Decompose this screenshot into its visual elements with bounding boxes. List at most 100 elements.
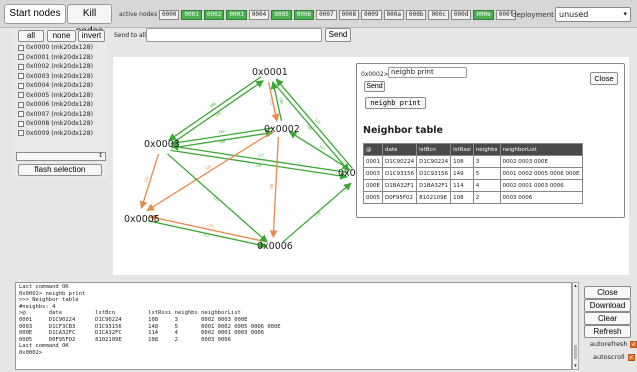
node-checkbox[interactable] [18, 73, 24, 80]
active-node-chip[interactable]: 0000 [159, 10, 180, 20]
firmware-select[interactable]: ↕ [16, 152, 106, 161]
node-send-button[interactable]: Send [364, 81, 385, 92]
node-checkbox[interactable] [18, 44, 24, 51]
node-command-dialog: 0x0002> neighb print Send Close neighb p… [356, 63, 625, 218]
table-cell: 2 [472, 191, 501, 204]
node-list-item[interactable]: 0x0006 (mk20dx128) [18, 100, 93, 110]
dialog-close-button[interactable]: Close [590, 72, 618, 85]
table-cell: 0003 0006 [499, 191, 583, 204]
console-scrollbar[interactable]: ▴ ▾ [572, 282, 579, 370]
active-node-chip[interactable]: 000b [405, 10, 427, 20]
console-line: #neighbs: 4 [19, 303, 56, 310]
node-list-item[interactable]: 0x0005 (mk20dx128) [18, 91, 93, 101]
active-node-chip[interactable]: 000e [473, 10, 494, 20]
node-label: 0x0004 (mk20dx128) [26, 82, 94, 90]
column-header: lstRssi [450, 143, 474, 156]
active-node-chip[interactable]: 000c [428, 10, 449, 20]
console-line: 0005 D0F95F02 8102109E 108 2 0003 0006 [19, 336, 231, 343]
node-label: 0x0001 (mk20dx128) [26, 53, 94, 61]
graph-node-n2[interactable]: 0x0002 [264, 124, 300, 135]
graph-node-n3[interactable]: 0x0003 [144, 139, 180, 150]
node-checkbox[interactable] [18, 130, 24, 137]
node-list-item[interactable]: 0x0000 (mk20dx128) [18, 43, 93, 53]
node-prompt: 0x0002> [361, 71, 389, 78]
active-node-chip[interactable]: 0004 [248, 10, 270, 20]
autoscroll-checkbox[interactable]: ✓ [627, 353, 635, 361]
node-label: 0x0002 (mk20dx128) [26, 63, 94, 71]
flash-selection-button[interactable]: flash selection [18, 164, 102, 176]
active-node-chip[interactable]: 0009 [361, 10, 382, 20]
chevron-updown-icon: ↕ [97, 152, 103, 159]
deployment-value: unused [559, 10, 589, 19]
invert-selection-button[interactable]: invert [78, 30, 105, 42]
edge-rssi-label: 108 [270, 183, 274, 190]
active-node-chip[interactable]: 000d [450, 10, 472, 20]
node-list-item[interactable]: 0x0008 (mk20dx128) [18, 119, 93, 129]
active-node-chip[interactable]: 0007 [316, 10, 337, 20]
table-cell: 0003 [363, 167, 383, 180]
node-checkbox[interactable] [18, 101, 24, 108]
scrollbar-thumb[interactable] [574, 345, 577, 359]
console-line: Last command OK [19, 343, 69, 350]
edge-rssi-label: 123 [206, 223, 213, 228]
console-line: 0x0002> [19, 349, 43, 356]
autorefresh-label: autorefresh [590, 340, 628, 348]
active-node-chip[interactable]: 0002 [203, 10, 225, 20]
edge-rssi-label: 117 [212, 196, 219, 203]
neighb-print-button[interactable]: neighb print [365, 97, 426, 109]
refresh-button[interactable]: Refresh [584, 325, 631, 338]
node-checkbox[interactable] [18, 63, 24, 70]
active-node-chip[interactable]: 0008 [338, 10, 360, 20]
node-label: 0x0003 (mk20dx128) [26, 72, 94, 80]
node-checkbox[interactable] [18, 92, 24, 99]
console-output[interactable]: Last command OK 0x0002> neighb print >>> N… [15, 282, 572, 370]
scroll-up-icon[interactable]: ▴ [573, 283, 578, 289]
node-checkbox[interactable] [18, 82, 24, 89]
active-nodes-list: 0000 0001 0002 0003 0004 0005 0006 0007 0008 0009… [159, 10, 517, 20]
table-cell: 114 [450, 179, 474, 192]
graph-node-n1[interactable]: 0x0001 [252, 67, 288, 78]
node-label: 0x0009 (mk20dx128) [26, 129, 94, 137]
active-nodes-label: active nodes [119, 11, 158, 18]
node-checkbox[interactable] [18, 54, 24, 61]
send-to-all-input[interactable] [146, 28, 322, 42]
active-node-chip[interactable]: 000a [383, 10, 404, 20]
start-nodes-button[interactable]: Start nodes [4, 4, 66, 24]
node-list-item[interactable]: 0x0002 (mk20dx128) [18, 62, 93, 72]
column-header: neighborList [499, 143, 583, 156]
clear-button[interactable]: Clear [584, 312, 631, 325]
node-list-item[interactable]: 0x0007 (mk20dx128) [18, 110, 93, 120]
active-node-chip[interactable]: 0003 [226, 10, 247, 20]
send-to-all-label: Send to all: [114, 32, 148, 39]
node-list-item[interactable]: 0x0001 (mk20dx128) [18, 53, 93, 63]
table-cell: D1C90224 [381, 155, 418, 168]
graph-node-n5[interactable]: 0x0005 [124, 214, 160, 225]
table-cell: D0F95F02 [381, 191, 418, 204]
node-list-item[interactable]: 0x0009 (mk20dx128) [18, 129, 93, 139]
table-cell: D1C90224 [416, 155, 452, 168]
select-all-button[interactable]: all [18, 30, 44, 42]
download-button[interactable]: Download [584, 299, 631, 312]
active-node-chip[interactable]: 0005 [271, 10, 292, 20]
scroll-down-icon[interactable]: ▾ [573, 363, 578, 369]
node-checkbox[interactable] [18, 111, 24, 118]
console-close-button[interactable]: Close [584, 286, 631, 299]
deployment-select[interactable]: unused ▾ [555, 7, 631, 22]
node-label: 0x0006 (mk20dx128) [26, 101, 94, 109]
table-cell: 0001 0002 0005 0006 000E [499, 167, 583, 180]
edge-rssi-label: 127 [257, 153, 264, 158]
send-to-all-button[interactable]: Send [325, 28, 351, 42]
node-checkbox[interactable] [18, 120, 24, 127]
graph-node-n6[interactable]: 0x0006 [257, 241, 293, 252]
autorefresh-checkbox[interactable]: ✓ [630, 340, 637, 348]
select-none-button[interactable]: none [47, 30, 76, 42]
column-header: neighbs [472, 143, 501, 156]
table-cell: 0002 0001 0003 0006 [499, 179, 583, 192]
node-list-item[interactable]: 0x0003 (mk20dx128) [18, 72, 93, 82]
kill-nodes-button[interactable]: Kill nodes [67, 4, 112, 37]
node-command-input[interactable]: neighb print [388, 67, 467, 78]
active-node-chip[interactable]: 0006 [293, 10, 315, 20]
column-header: lstBcn [416, 143, 452, 156]
node-list-item[interactable]: 0x0004 (mk20dx128) [18, 81, 93, 91]
active-node-chip[interactable]: 0001 [181, 10, 202, 20]
